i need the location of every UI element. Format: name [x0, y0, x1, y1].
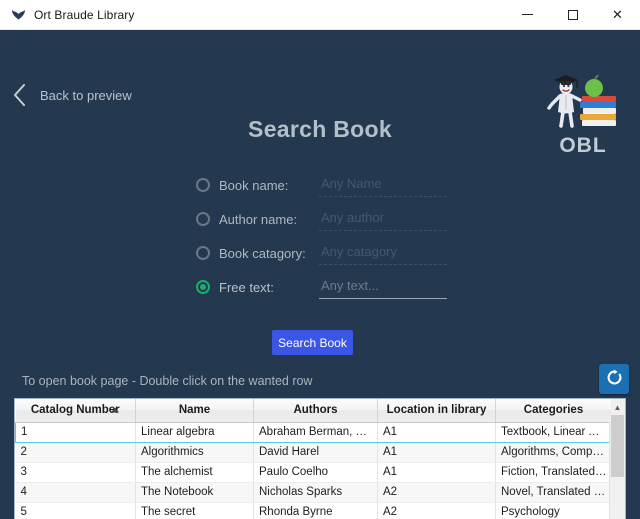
cell-catalog-number: 1 [15, 421, 136, 443]
back-to-preview-label: Back to preview [40, 87, 132, 103]
label-book-name: Book name: [219, 177, 289, 193]
scrollbar-thumb[interactable] [611, 415, 624, 477]
search-form: Book name: Author name: Book catagory: F… [196, 168, 447, 304]
library-logo-icon [10, 7, 26, 23]
cell-catalog-number: 3 [15, 462, 136, 483]
label-author-name: Author name: [219, 211, 298, 227]
cell-name: The secret [135, 502, 254, 519]
cell-name: Algorithmics [135, 442, 254, 463]
table-row[interactable]: 3 The alchemist Paulo Coelho A1 Fiction,… [15, 462, 612, 483]
label-free-text: Free text: [219, 279, 274, 295]
app-logo: OBL [540, 68, 626, 158]
cell-authors: Rhonda Byrne [253, 502, 378, 519]
cell-catalog-number: 2 [15, 442, 136, 463]
app-body: Back to preview OBL Search Book Book nam… [0, 30, 640, 519]
input-author-name[interactable] [319, 207, 447, 231]
grid-columns: Catalog Number Name Authors Location in … [15, 399, 612, 519]
scroll-up-button[interactable]: ▲ [610, 399, 625, 415]
field-row-book-name: Book name: [196, 168, 447, 202]
table-row[interactable]: 1 Linear algebra Abraham Berman, Ben… A1… [15, 421, 612, 443]
cell-categories: Novel, Translated literat… [495, 482, 612, 503]
column-header-catalog-number[interactable]: Catalog Number [15, 399, 136, 423]
results-table: Catalog Number Name Authors Location in … [15, 399, 612, 519]
table-row[interactable]: 2 Algorithmics David Harel A1 Algorithms… [15, 442, 612, 463]
cell-location: A2 [377, 502, 496, 519]
table-body: 1 Linear algebra Abraham Berman, Ben… A1… [15, 421, 612, 519]
table-row[interactable]: 5 The secret Rhonda Byrne A2 Psychology [15, 502, 612, 519]
grid-vertical-scrollbar[interactable]: ▲ ▼ [609, 399, 625, 519]
window-controls: ✕ [505, 0, 640, 30]
cell-authors: Nicholas Sparks [253, 482, 378, 503]
refresh-button[interactable] [599, 364, 629, 394]
cell-location: A1 [377, 462, 496, 483]
cell-authors: David Harel [253, 442, 378, 463]
cell-location: A1 [377, 421, 496, 443]
label-book-category: Book catagory: [219, 245, 306, 261]
close-button[interactable]: ✕ [595, 0, 640, 30]
column-header-categories[interactable]: Categories [495, 399, 612, 423]
field-row-book-category: Book catagory: [196, 236, 447, 270]
cell-categories: Psychology [495, 502, 612, 519]
page-title: Search Book [248, 116, 392, 142]
radio-book-category[interactable] [196, 246, 210, 260]
refresh-icon [606, 369, 623, 389]
back-to-preview-button[interactable]: Back to preview [10, 82, 132, 108]
search-book-button[interactable]: Search Book [272, 330, 353, 355]
cell-categories: Fiction, Translated litera… [495, 462, 612, 483]
cell-name: The alchemist [135, 462, 254, 483]
cell-authors: Abraham Berman, Ben… [253, 421, 378, 443]
input-book-name[interactable] [319, 173, 447, 197]
minimize-button[interactable] [505, 0, 550, 30]
table-header-row: Catalog Number Name Authors Location in … [15, 399, 612, 423]
cell-authors: Paulo Coelho [253, 462, 378, 483]
window-title: Ort Braude Library [34, 7, 135, 22]
field-row-free-text: Free text: [196, 270, 447, 304]
results-grid[interactable]: Catalog Number Name Authors Location in … [14, 398, 626, 519]
column-header-authors[interactable]: Authors [253, 399, 378, 423]
column-header-location[interactable]: Location in library [377, 399, 496, 423]
radio-book-name[interactable] [196, 178, 210, 192]
cell-location: A2 [377, 482, 496, 503]
column-header-catalog-number-label: Catalog Number [30, 404, 120, 417]
cell-location: A1 [377, 442, 496, 463]
results-hint: To open book page - Double click on the … [22, 374, 313, 388]
cell-name: The Notebook [135, 482, 254, 503]
minimize-icon [522, 14, 533, 15]
window-title-bar: Ort Braude Library ✕ [0, 0, 640, 30]
grid-scroll-area: Catalog Number Name Authors Location in … [15, 399, 625, 519]
maximize-button[interactable] [550, 0, 595, 30]
cell-name: Linear algebra [135, 421, 254, 443]
chevron-left-icon [10, 82, 28, 108]
cell-categories: Algorithms, Computer s… [495, 442, 612, 463]
cell-catalog-number: 4 [15, 482, 136, 503]
radio-author-name[interactable] [196, 212, 210, 226]
column-header-name[interactable]: Name [135, 399, 254, 423]
table-row[interactable]: 4 The Notebook Nicholas Sparks A2 Novel,… [15, 482, 612, 503]
radio-free-text[interactable] [196, 280, 210, 294]
sort-ascending-icon [111, 407, 119, 413]
scrollbar-track[interactable] [610, 415, 625, 519]
maximize-icon [567, 9, 578, 20]
cell-catalog-number: 5 [15, 502, 136, 519]
field-row-author-name: Author name: [196, 202, 447, 236]
close-icon: ✕ [612, 7, 623, 22]
input-free-text[interactable] [319, 275, 447, 299]
cell-categories: Textbook, Linear Alge… [495, 421, 612, 443]
input-book-category[interactable] [319, 241, 447, 265]
